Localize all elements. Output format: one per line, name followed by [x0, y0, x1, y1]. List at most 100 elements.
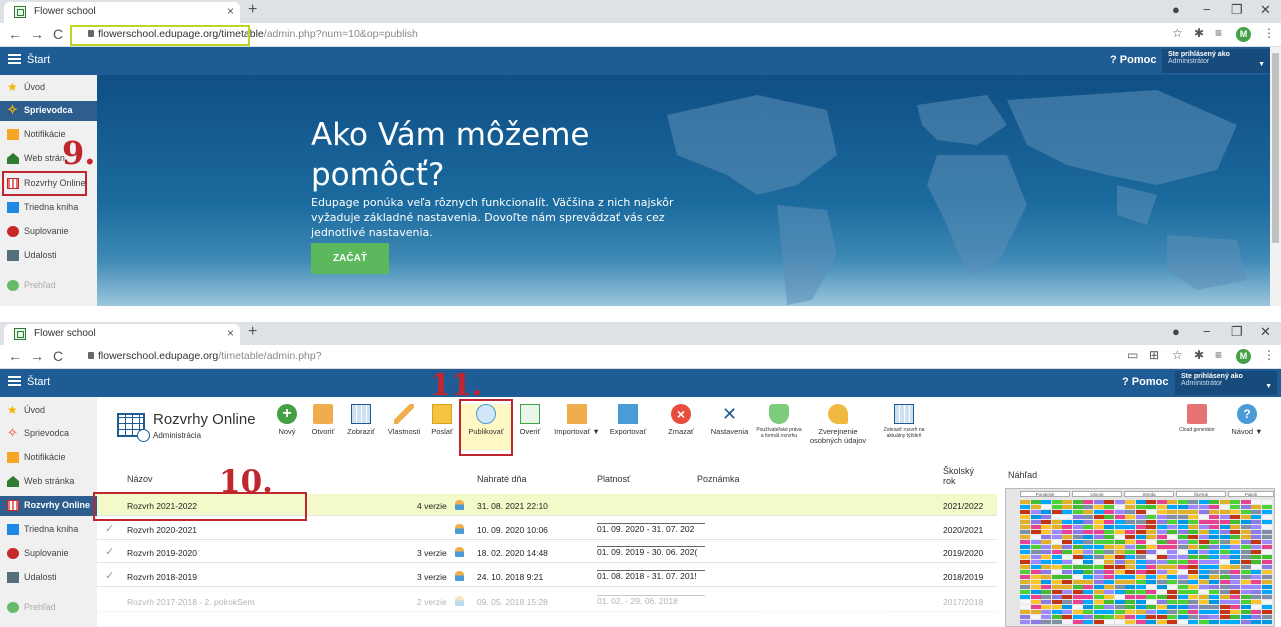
user-rights-button[interactable]: Používateľské práva a formát rozvrhu — [755, 404, 803, 450]
preview-cell — [1146, 520, 1156, 524]
view-button[interactable]: Zobraziť — [342, 404, 380, 450]
window-close-icon[interactable]: ✕ — [1260, 324, 1271, 340]
sidebar-item-uvod[interactable]: ★ Úvod — [0, 401, 97, 421]
sidebar-item-rozvrhy[interactable]: Rozvrhy Online — [0, 496, 97, 516]
preview-cell — [1062, 570, 1072, 574]
browser-menu-icon[interactable]: ⋮ — [1263, 26, 1275, 40]
translate-icon[interactable]: ⊞ — [1149, 348, 1159, 362]
tab-close-icon[interactable]: × — [227, 4, 234, 18]
preview-cell — [1177, 520, 1188, 524]
send-button[interactable]: Poslať — [426, 404, 458, 450]
reload-icon[interactable]: C — [53, 26, 63, 42]
reading-list-icon[interactable]: ≡ — [1215, 26, 1222, 40]
user-menu[interactable]: Ste prihlásený ako Administrátor ▼ — [1175, 371, 1277, 395]
pdf-icon — [1187, 404, 1207, 424]
preview-cell — [1261, 555, 1272, 559]
back-icon[interactable]: ← — [8, 348, 22, 364]
personal-data-button[interactable]: Zverejnenie osobných údajov — [805, 404, 871, 450]
col-note[interactable]: Poznámka — [697, 474, 740, 484]
user-line2: Administrátor — [1168, 58, 1210, 65]
hamburger-menu-icon[interactable] — [8, 376, 21, 386]
preview-cell — [1240, 595, 1251, 599]
extensions-icon[interactable]: ✱ — [1194, 26, 1204, 40]
sidebar-item-sprievodca[interactable]: ✧ Sprievodca — [0, 424, 97, 444]
guide-button[interactable]: ? Návod ▼ — [1227, 404, 1267, 450]
sidebar-item-uvod[interactable]: ★ Úvod — [0, 78, 97, 98]
sidebar-item-prehlad[interactable]: Prehľad — [0, 276, 97, 296]
sidebar-item-prehlad[interactable]: Prehľad — [0, 598, 97, 618]
sidebar-item-triedna-kniha[interactable]: Triedna kniha — [0, 198, 97, 218]
delete-button[interactable]: × Zmazať — [665, 404, 697, 450]
start-label[interactable]: Štart — [27, 54, 50, 66]
record-icon[interactable]: ● — [1172, 324, 1180, 339]
profile-avatar[interactable]: M — [1236, 27, 1251, 42]
sidebar-item-udalosti[interactable]: Udalosti — [0, 246, 97, 266]
sidebar-item-suplovanie[interactable]: Suplovanie — [0, 222, 97, 242]
user-menu[interactable]: Ste prihlásený ako Administrátor ▼ — [1162, 49, 1270, 73]
preview-cell — [1261, 545, 1272, 549]
export-button[interactable]: Exportovať — [604, 404, 652, 450]
back-icon[interactable]: ← — [8, 26, 22, 42]
reload-icon[interactable]: C — [53, 348, 63, 364]
new-tab-icon[interactable]: + — [248, 323, 257, 341]
properties-button[interactable]: Vlastnosti — [384, 404, 424, 450]
sidebar-item-web[interactable]: Web stránka — [0, 472, 97, 492]
extensions-icon[interactable]: ✱ — [1194, 348, 1204, 362]
cast-icon[interactable]: ▭ — [1127, 348, 1138, 362]
open-button[interactable]: Otvoriť — [307, 404, 339, 450]
forward-icon[interactable]: → — [30, 348, 44, 364]
bookmark-star-icon[interactable]: ☆ — [1172, 348, 1183, 362]
preview-cell — [1146, 535, 1156, 539]
sidebar-item-suplovanie[interactable]: Suplovanie — [0, 544, 97, 564]
new-tab-icon[interactable]: + — [248, 1, 257, 19]
table-row[interactable]: ✓ Rozvrh 2020-2021 10. 09. 2020 10:06 01… — [97, 518, 997, 540]
browser-tab[interactable]: Flower school × — [4, 324, 240, 345]
restore-icon[interactable]: ❐ — [1231, 324, 1243, 340]
preview-cell — [1072, 505, 1083, 509]
sidebar-item-sprievodca[interactable]: ✧ Sprievodca — [0, 101, 97, 121]
page-scrollbar[interactable] — [1270, 47, 1281, 306]
preview-cell — [1125, 535, 1135, 539]
window-close-icon[interactable]: ✕ — [1260, 2, 1271, 18]
preview-cell — [1198, 555, 1209, 559]
col-validity[interactable]: Platnosť — [597, 474, 630, 484]
check-icon: ✓ — [105, 523, 115, 535]
settings-button[interactable]: ✕ Nastavenia — [707, 404, 752, 450]
sidebar-item-notifikacie[interactable]: Notifikácie — [0, 448, 97, 468]
start-label[interactable]: Štart — [27, 376, 50, 388]
help-link[interactable]: ? Pomoc — [1110, 54, 1156, 66]
col-year[interactable]: Školský rok — [943, 466, 983, 486]
browser-tab[interactable]: Flower school × — [4, 2, 240, 23]
preview-cell — [1146, 615, 1156, 619]
url-field[interactable]: flowerschool.edupage.org/timetable/admin… — [74, 348, 1224, 366]
hamburger-menu-icon[interactable] — [8, 54, 21, 64]
profile-avatar[interactable]: M — [1236, 349, 1251, 364]
col-name[interactable]: Názov — [127, 474, 153, 484]
browser-menu-icon[interactable]: ⋮ — [1263, 348, 1275, 362]
table-row[interactable]: ✓ Rozvrh 2018-2019 3 verzie 24. 10. 2018… — [97, 565, 997, 587]
tab-close-icon[interactable]: × — [227, 326, 234, 340]
sidebar-item-triedna-kniha[interactable]: Triedna kniha — [0, 520, 97, 540]
preview-cell — [1072, 580, 1083, 584]
current-week-button[interactable]: Zobraziť rozvrh na aktuálny týždeň — [875, 404, 933, 450]
record-icon[interactable]: ● — [1172, 2, 1180, 17]
preview-cell — [1125, 540, 1135, 544]
help-link[interactable]: ? Pomoc — [1122, 376, 1168, 388]
cloud-generator-button[interactable]: Cloud generátor — [1175, 404, 1219, 450]
minimize-icon[interactable]: − — [1203, 324, 1211, 339]
preview-cell — [1230, 555, 1240, 559]
new-button[interactable]: + Nový — [274, 404, 300, 450]
timetable-toolbar: Rozvrhy Online Administrácia + Nový Otvor… — [97, 401, 1270, 453]
forward-icon[interactable]: → — [30, 26, 44, 42]
start-button[interactable]: ZAČAŤ — [311, 243, 389, 274]
col-uploaded[interactable]: Nahraté dňa — [477, 474, 527, 484]
restore-icon[interactable]: ❐ — [1231, 2, 1243, 18]
reading-list-icon[interactable]: ≡ — [1215, 348, 1222, 362]
table-row[interactable]: Rozvrh 2017-2018 - 2. polrokSem 2 verzie… — [97, 590, 997, 612]
bookmark-star-icon[interactable]: ☆ — [1172, 26, 1183, 40]
sidebar-item-udalosti[interactable]: Udalosti — [0, 568, 97, 588]
minimize-icon[interactable]: − — [1203, 2, 1211, 17]
verify-button[interactable]: Overiť — [515, 404, 545, 450]
table-row[interactable]: ✓ Rozvrh 2019-2020 3 verzie 18. 02. 2020… — [97, 541, 997, 563]
import-button[interactable]: Importovať ▼ — [553, 404, 601, 450]
